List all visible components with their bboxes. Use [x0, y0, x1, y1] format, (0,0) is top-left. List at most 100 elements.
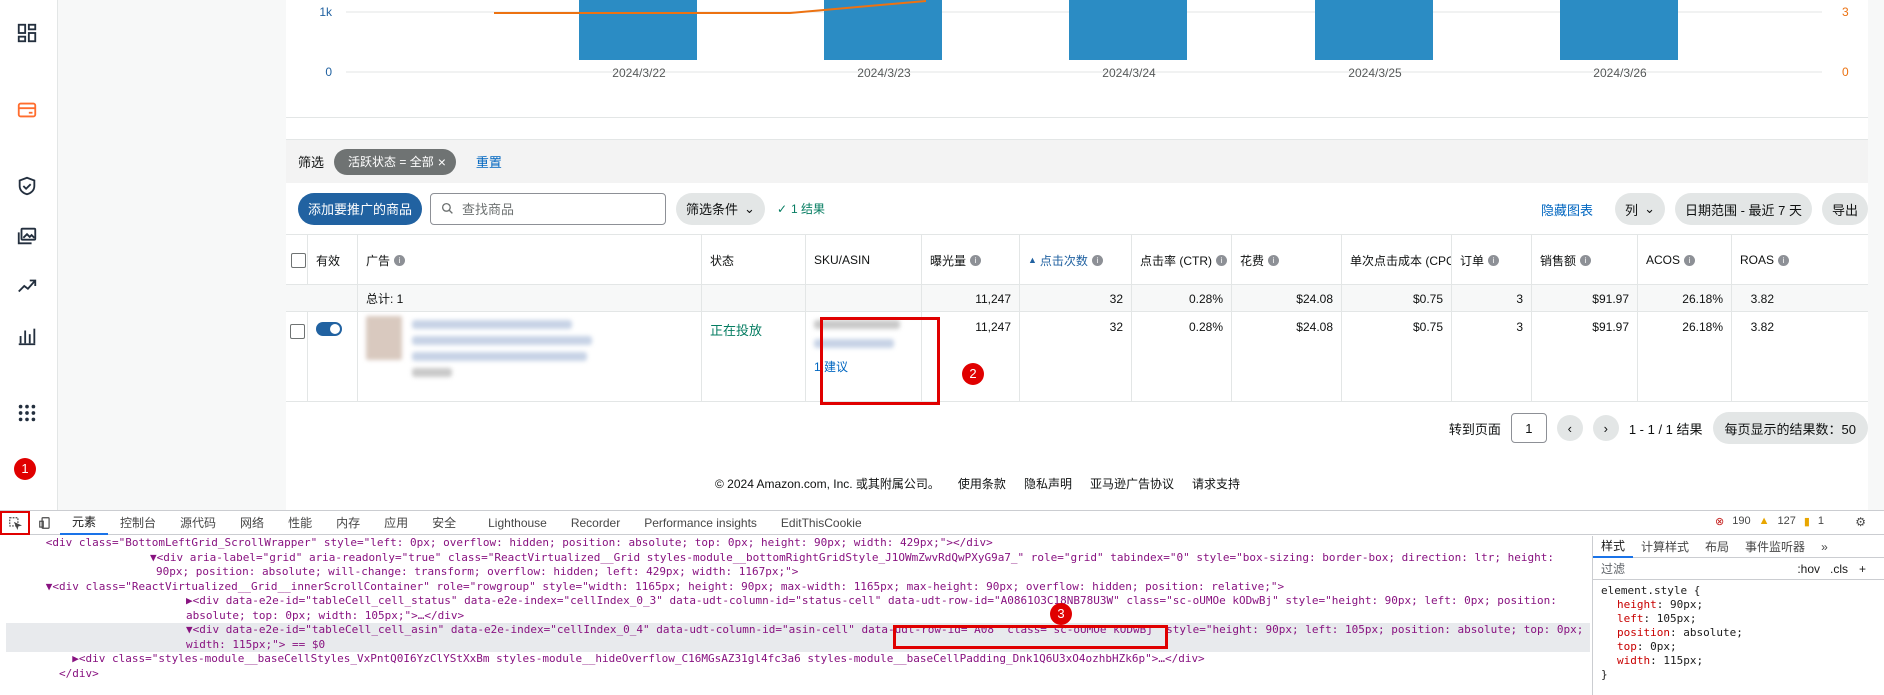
media-icon[interactable] [14, 223, 40, 249]
next-page-icon[interactable]: › [1592, 415, 1619, 441]
devtools-tab-application[interactable]: 应用 [372, 511, 420, 535]
product-thumbnail[interactable] [366, 316, 402, 360]
cls-toggle[interactable]: .cls [1830, 562, 1848, 576]
footer-link-support[interactable]: 请求支持 [1192, 475, 1240, 492]
export-button[interactable]: 导出 [1821, 193, 1868, 225]
columns-dropdown[interactable]: 列 ⌄ [1615, 193, 1665, 225]
product-title-blurred[interactable] [412, 316, 592, 402]
devtools-tab-lighthouse[interactable]: Lighthouse [468, 511, 559, 535]
footer-link-ad-agreement[interactable]: 亚马逊广告协议 [1090, 475, 1174, 492]
total-sales: $91.97 [1532, 285, 1638, 312]
header-orders[interactable]: 订单 i [1452, 235, 1532, 285]
hov-toggle[interactable]: :hov [1797, 562, 1820, 576]
devtools-tab-editthiscookie[interactable]: EditThisCookie [769, 511, 874, 535]
chart-date-label: 2024/3/23 [857, 66, 911, 80]
active-status-filter-chip[interactable]: 活跃状态 = 全部 × [334, 148, 456, 175]
campaigns-icon[interactable] [14, 97, 40, 123]
header-sku[interactable]: SKU/ASIN [806, 235, 922, 285]
devtools-tab-security[interactable]: 安全 [420, 511, 468, 535]
header-ctr[interactable]: 点击率 (CTR) i [1132, 235, 1232, 285]
more-tabs-icon[interactable]: » [1813, 540, 1836, 554]
header-roas[interactable]: ROAS i [1732, 235, 1868, 285]
product-search-input[interactable]: 查找商品 [430, 192, 667, 225]
devtools-tab-performance-insights[interactable]: Performance insights [632, 511, 769, 535]
header-active-label: 有效 [316, 253, 341, 268]
header-clicks[interactable]: ▲ 点击次数 i [1020, 235, 1132, 285]
reports-icon[interactable] [14, 323, 40, 349]
footer-link-privacy[interactable]: 隐私声明 [1024, 475, 1072, 492]
brand-shield-icon[interactable] [14, 173, 40, 199]
devtools-tab-network[interactable]: 网络 [228, 511, 276, 535]
header-status[interactable]: 状态 [702, 235, 806, 285]
header-ad[interactable]: 广告 i [358, 235, 702, 285]
product-title-line [412, 320, 572, 329]
hide-chart-link[interactable]: 隐藏图表 [1541, 200, 1593, 219]
dom-line[interactable]: </div> [6, 667, 1590, 682]
styles-tab-computed[interactable]: 计算样式 [1633, 538, 1697, 555]
row-checkbox[interactable] [290, 324, 305, 339]
elements-tree[interactable]: <div class="BottomLeftGrid_ScrollWrapper… [0, 536, 1590, 695]
row-roas: 3.82 [1750, 320, 1774, 334]
add-products-button[interactable]: 添加要推广的商品 [298, 192, 423, 225]
header-acos[interactable]: ACOS i [1638, 235, 1732, 285]
dom-line[interactable]: ▼<div aria-label="grid" aria-readonly="t… [6, 551, 1590, 580]
dom-line[interactable]: ▶<div data-e2e-id="tableCell_cell_status… [6, 594, 1590, 623]
devtools-counters[interactable]: ⊗ 190 ▲ 127 ▮ 1 [1715, 515, 1824, 528]
devtools-tab-console[interactable]: 控制台 [108, 511, 168, 535]
result-count: ✓ 1 结果 [777, 200, 825, 217]
product-price-blurred [412, 368, 452, 377]
rule-prop[interactable]: top: 0px; [1601, 640, 1876, 654]
dom-line[interactable]: ▶<div class="styles-module__baseCellStyl… [6, 652, 1590, 667]
styles-tab-layout[interactable]: 布局 [1697, 538, 1737, 555]
dom-line-selected[interactable]: ▼<div data-e2e-id="tableCell_cell_asin" … [6, 623, 1590, 652]
styles-filter-input[interactable]: 过滤 :hov .cls + [1593, 558, 1884, 580]
rule-prop[interactable]: position: absolute; [1601, 626, 1876, 640]
apps-grid-icon[interactable] [14, 400, 40, 426]
device-toolbar-icon[interactable] [30, 511, 60, 535]
row-checkbox-cell[interactable] [286, 312, 308, 402]
rule-prop[interactable]: height: 90px; [1601, 598, 1876, 612]
select-all-checkbox[interactable] [291, 252, 306, 268]
header-spend[interactable]: 花费 i [1232, 235, 1342, 285]
page-number-input[interactable]: 1 [1510, 413, 1547, 443]
chip-label: 活跃状态 = 全部 [348, 155, 434, 169]
prop-name: position [1617, 626, 1670, 639]
trend-icon[interactable] [14, 273, 40, 299]
devtools-tab-elements[interactable]: 元素 [60, 511, 109, 535]
footer-link-terms[interactable]: 使用条款 [958, 475, 1006, 492]
dom-line[interactable]: ▼<div class="ReactVirtualized__Grid__inn… [6, 580, 1590, 595]
filter-conditions-dropdown[interactable]: 筛选条件 ⌄ [676, 192, 765, 225]
rule-prop[interactable]: width: 115px; [1601, 654, 1876, 668]
devtools-tab-memory[interactable]: 内存 [324, 511, 372, 535]
rule-prop[interactable]: left: 105px; [1601, 612, 1876, 626]
header-cpc[interactable]: 单次点击成本 (CPC) [1342, 235, 1452, 285]
dom-line[interactable]: <div class="BottomLeftGrid_ScrollWrapper… [6, 536, 1590, 551]
reset-link[interactable]: 重置 [476, 152, 502, 171]
settings-gear-icon[interactable]: ⚙ [1855, 515, 1866, 529]
styles-filter-placeholder: 过滤 [1601, 562, 1626, 576]
row-active-toggle-cell[interactable] [308, 312, 358, 402]
per-page-dropdown[interactable]: 每页显示的结果数：50 [1712, 412, 1868, 444]
styles-tab-styles[interactable]: 样式 [1593, 536, 1634, 558]
devtools-tab-sources[interactable]: 源代码 [168, 511, 228, 535]
active-toggle[interactable] [316, 322, 342, 336]
prev-page-icon[interactable]: ‹ [1556, 415, 1583, 441]
inspect-element-icon[interactable] [0, 510, 30, 535]
dashboard-icon[interactable] [14, 20, 40, 46]
header-sales[interactable]: 销售额 i [1532, 235, 1638, 285]
element-style-rule[interactable]: element.style { height: 90px; left: 105p… [1593, 580, 1884, 686]
info-icon: i [1216, 254, 1227, 266]
add-rule-icon[interactable]: + [1859, 562, 1866, 576]
right-gutter [1868, 0, 1884, 510]
row-clicks: 32 [1020, 312, 1132, 402]
columns-label: 列 [1625, 202, 1639, 218]
chip-close-icon[interactable]: × [438, 154, 446, 170]
header-impressions[interactable]: 曝光量 i [922, 235, 1020, 285]
row-ad-cell[interactable] [358, 312, 702, 402]
devtools-tab-performance[interactable]: 性能 [276, 511, 324, 535]
date-range-button[interactable]: 日期范围 - 最近 7 天 [1674, 193, 1812, 225]
devtools-tab-recorder[interactable]: Recorder [559, 511, 632, 535]
styles-pane: 样式 计算样式 布局 事件监听器 » 过滤 :hov .cls + elemen… [1592, 536, 1884, 695]
select-all-checkbox-cell[interactable] [286, 235, 308, 285]
styles-tab-listeners[interactable]: 事件监听器 [1737, 538, 1813, 555]
